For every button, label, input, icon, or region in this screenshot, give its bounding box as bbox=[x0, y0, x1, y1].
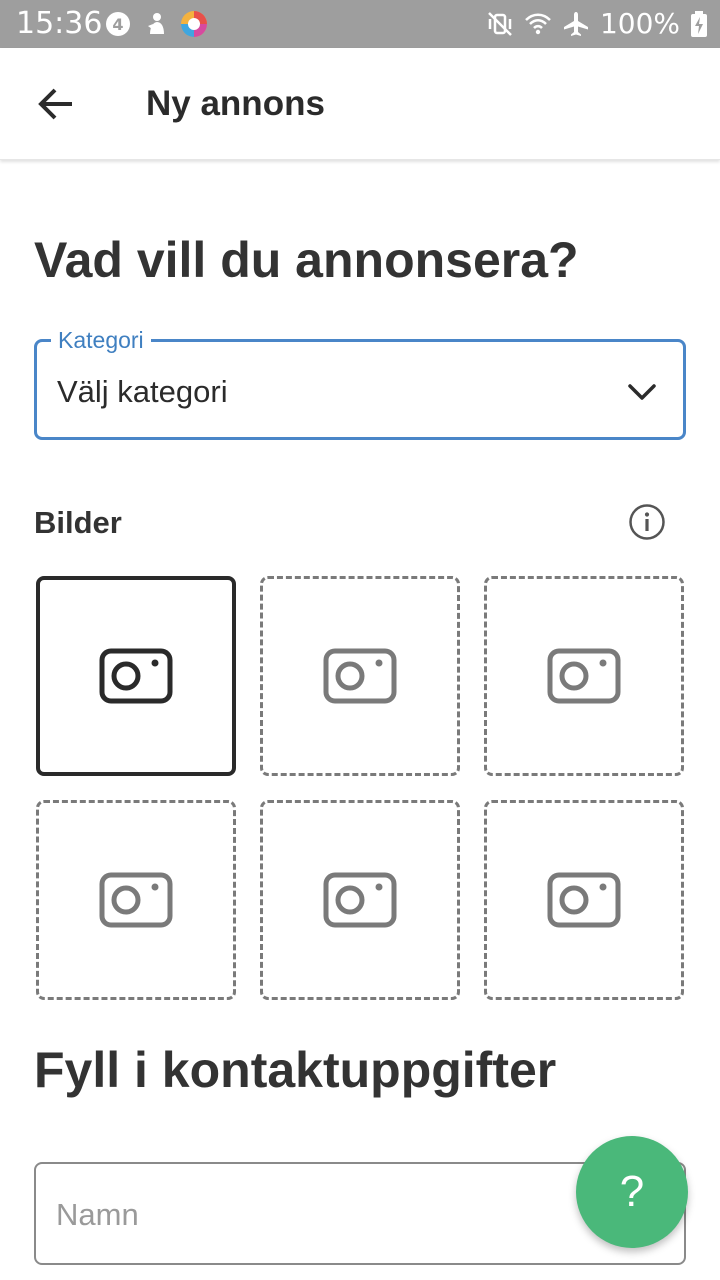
photo-slot-4[interactable] bbox=[36, 800, 236, 1000]
arrow-left-icon bbox=[38, 88, 72, 120]
photo-slot-1[interactable] bbox=[36, 576, 236, 776]
svg-text:4: 4 bbox=[112, 15, 123, 34]
help-icon: ? bbox=[619, 1167, 645, 1216]
main-heading: Vad vill du annonsera? bbox=[34, 232, 579, 288]
camera-icon bbox=[323, 872, 397, 928]
person-icon bbox=[148, 13, 164, 34]
notification-4-icon: 4 bbox=[106, 12, 130, 36]
category-label: Kategori bbox=[51, 326, 151, 354]
vibrate-off-icon bbox=[488, 12, 512, 36]
camera-icon bbox=[99, 648, 173, 704]
name-input[interactable] bbox=[56, 1192, 576, 1238]
category-select[interactable]: Kategori Välj kategori bbox=[34, 326, 686, 440]
category-value: Välj kategori bbox=[57, 374, 228, 409]
status-bar: 15:36 4 100% bbox=[0, 0, 720, 48]
page-title: Ny annons bbox=[146, 84, 325, 123]
status-right: 100% bbox=[486, 6, 708, 42]
wifi-icon bbox=[525, 13, 551, 35]
app-bar: Ny annons bbox=[0, 48, 720, 160]
help-button[interactable]: ? bbox=[576, 1136, 688, 1248]
battery-charging-icon bbox=[691, 11, 707, 37]
battery-percent: 100% bbox=[599, 7, 680, 40]
photo-slot-2[interactable] bbox=[260, 576, 460, 776]
browser-app-icon bbox=[181, 11, 207, 37]
photo-slot-3[interactable] bbox=[484, 576, 684, 776]
back-button[interactable] bbox=[30, 78, 82, 130]
info-icon[interactable] bbox=[628, 503, 666, 541]
photo-slot-5[interactable] bbox=[260, 800, 460, 1000]
camera-icon bbox=[323, 648, 397, 704]
airplane-icon bbox=[563, 12, 588, 36]
camera-icon bbox=[99, 872, 173, 928]
status-left-icons: 4 bbox=[104, 9, 208, 39]
contact-heading: Fyll i kontaktuppgifter bbox=[34, 1042, 557, 1098]
camera-icon bbox=[547, 872, 621, 928]
photo-slot-6[interactable] bbox=[484, 800, 684, 1000]
images-label: Bilder bbox=[34, 505, 122, 540]
status-time: 15:36 bbox=[16, 6, 103, 41]
chevron-down-icon bbox=[628, 384, 656, 400]
camera-icon bbox=[547, 648, 621, 704]
